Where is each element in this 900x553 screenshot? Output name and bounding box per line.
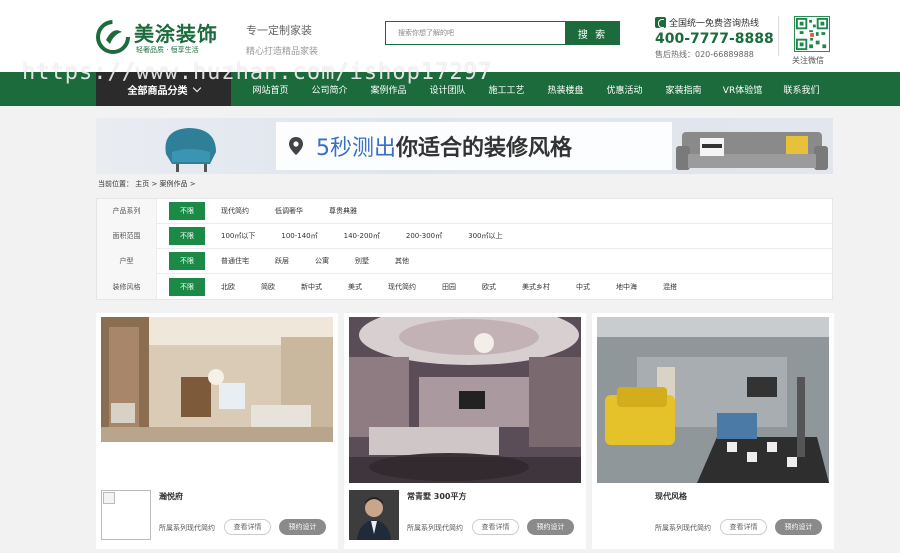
view-details-button[interactable]: 查看详情 <box>472 519 519 535</box>
search-button[interactable]: 搜 索 <box>565 21 620 45</box>
filter-label: 装修风格 <box>97 274 157 299</box>
logo-mark-icon <box>96 20 130 54</box>
case-filter-panel: 产品系列 不限 现代简约 低调奢华 尊贵典雅 面积范围 不限 100㎡以下 10… <box>96 198 833 300</box>
header-divider <box>778 16 779 56</box>
header-slogan: 专一定制家装 精心打造精品家装 <box>246 22 318 57</box>
case-card[interactable]: 瀚悦府 所属系列现代简约 查看详情 预约设计 <box>96 313 338 549</box>
hotline-label-text: 全国统一免费咨询热线 <box>669 19 760 29</box>
filter-option[interactable]: 别墅 <box>355 256 369 266</box>
nav-item-properties[interactable]: 热装楼盘 <box>536 72 595 106</box>
view-details-button[interactable]: 查看详情 <box>720 519 767 535</box>
nav-item-promotions[interactable]: 优惠活动 <box>595 72 654 106</box>
filter-label: 户型 <box>97 248 157 274</box>
qr-code-icon <box>794 16 830 52</box>
case-title[interactable]: 常青墅 300平方 <box>407 491 466 502</box>
case-series: 所属系列现代简约 <box>159 524 215 532</box>
case-image[interactable] <box>349 317 581 483</box>
book-design-button[interactable]: 预约设计 <box>775 519 822 535</box>
designer-avatar <box>101 490 151 540</box>
hotline-label: 全国统一免费咨询热线 <box>655 16 775 29</box>
filter-option[interactable]: 300㎡以上 <box>468 231 502 241</box>
search-input[interactable] <box>386 22 565 44</box>
style-quiz-banner[interactable]: 5秒测出你适合的装修风格 <box>96 118 833 174</box>
banner-text: 你适合的装修风格 <box>396 136 573 161</box>
case-card[interactable]: 常青墅 300平方 所属系列现代简约 查看详情 预约设计 <box>344 313 586 549</box>
case-card[interactable]: 现代风格 所属系列现代简约 查看详情 预约设计 <box>592 313 834 549</box>
case-series: 所属系列现代简约 <box>655 524 711 532</box>
filter-options: 不限 北欧 简欧 新中式 美式 现代简约 田园 欧式 美式乡村 中式 地中海 混… <box>157 277 703 296</box>
filter-option[interactable]: 田园 <box>442 282 456 292</box>
filter-label: 产品系列 <box>97 198 157 224</box>
hotline-number: 400-7777-8888 <box>655 31 774 47</box>
filter-option[interactable]: 美式 <box>348 282 362 292</box>
hotline-block: 全国统一免费咨询热线 400-7777-8888 售后热线：020-668898… <box>655 16 775 60</box>
filter-option[interactable]: 现代简约 <box>221 206 249 216</box>
filter-option[interactable]: 新中式 <box>301 282 322 292</box>
watermark-text: https://www.huzhan.com/ishop17297 <box>22 60 493 85</box>
case-title[interactable]: 瀚悦府 <box>159 491 183 502</box>
location-pin-icon <box>289 137 303 155</box>
filter-option[interactable]: 不限 <box>169 227 205 245</box>
banner-highlight: 5秒测出 <box>316 136 396 161</box>
filter-options: 不限 普通住宅 跃层 公寓 别墅 其他 <box>157 252 435 270</box>
filter-option[interactable]: 不限 <box>169 202 205 220</box>
filter-option[interactable]: 200-300㎡ <box>406 231 442 241</box>
filter-option[interactable]: 普通住宅 <box>221 256 249 266</box>
filter-row-layout: 户型 不限 普通住宅 跃层 公寓 别墅 其他 <box>97 248 832 274</box>
nav-item-vr[interactable]: VR体验馆 <box>713 72 772 106</box>
filter-option[interactable]: 欧式 <box>482 282 496 292</box>
search-box: 搜 索 <box>385 21 620 45</box>
filter-option[interactable]: 中式 <box>576 282 590 292</box>
filter-option[interactable]: 公寓 <box>315 256 329 266</box>
filter-option[interactable]: 尊贵典雅 <box>329 206 357 216</box>
filter-option[interactable]: 低调奢华 <box>275 206 303 216</box>
filter-options: 不限 100㎡以下 100-140㎡ 140-200㎡ 200-300㎡ 300… <box>157 227 529 245</box>
filter-label: 面积范围 <box>97 223 157 249</box>
qr-label: 关注微信 <box>792 56 824 65</box>
breadcrumb: 当前位置： 主页 > 案例作品 > <box>98 180 196 188</box>
case-series: 所属系列现代简约 <box>407 524 463 532</box>
designer-avatar <box>349 490 399 540</box>
view-details-button[interactable]: 查看详情 <box>224 519 271 535</box>
book-design-button[interactable]: 预约设计 <box>279 519 326 535</box>
filter-option[interactable]: 100-140㎡ <box>281 231 317 241</box>
phone-icon <box>655 17 666 28</box>
filter-row-series: 产品系列 不限 现代简约 低调奢华 尊贵典雅 <box>97 198 832 224</box>
logo-title: 美涂装饰 <box>134 22 218 46</box>
filter-option[interactable]: 北欧 <box>221 282 235 292</box>
slogan-sub: 精心打造精品家装 <box>246 47 319 57</box>
banner-headline: 5秒测出你适合的装修风格 <box>316 130 572 162</box>
logo-subtitle: 轻奢品质 · 恒享生活 <box>136 46 199 54</box>
filter-options: 不限 现代简约 低调奢华 尊贵典雅 <box>157 202 383 220</box>
case-image[interactable] <box>101 317 333 442</box>
sofa-illustration <box>676 132 828 170</box>
filter-option[interactable]: 现代简约 <box>388 282 416 292</box>
nav-item-contact[interactable]: 联系我们 <box>772 72 831 106</box>
slogan-main: 专一定制家装 <box>246 24 312 37</box>
case-image[interactable] <box>597 317 829 483</box>
banner-text-box: 5秒测出你适合的装修风格 <box>276 122 672 170</box>
filter-option[interactable]: 简欧 <box>261 282 275 292</box>
nav-item-guide[interactable]: 家装指南 <box>654 72 713 106</box>
book-design-button[interactable]: 预约设计 <box>527 519 574 535</box>
filter-row-area: 面积范围 不限 100㎡以下 100-140㎡ 140-200㎡ 200-300… <box>97 223 832 249</box>
case-title[interactable]: 现代风格 <box>655 491 687 502</box>
filter-option[interactable]: 美式乡村 <box>522 282 550 292</box>
filter-option[interactable]: 140-200㎡ <box>344 231 380 241</box>
filter-option[interactable]: 不限 <box>169 252 205 270</box>
filter-option[interactable]: 不限 <box>169 277 205 296</box>
site-logo[interactable]: 美涂装饰 轻奢品质 · 恒享生活 <box>96 18 236 58</box>
filter-option[interactable]: 跃层 <box>275 256 289 266</box>
filter-option[interactable]: 混搭 <box>663 282 677 292</box>
filter-row-style: 装修风格 不限 北欧 简欧 新中式 美式 现代简约 田园 欧式 美式乡村 中式 … <box>97 274 832 299</box>
armchair-illustration <box>165 128 216 172</box>
aftersale-hotline: 售后热线：020-66889888 <box>655 50 754 59</box>
filter-option[interactable]: 地中海 <box>616 282 637 292</box>
filter-option[interactable]: 100㎡以下 <box>221 231 255 241</box>
filter-option[interactable]: 其他 <box>395 256 409 266</box>
